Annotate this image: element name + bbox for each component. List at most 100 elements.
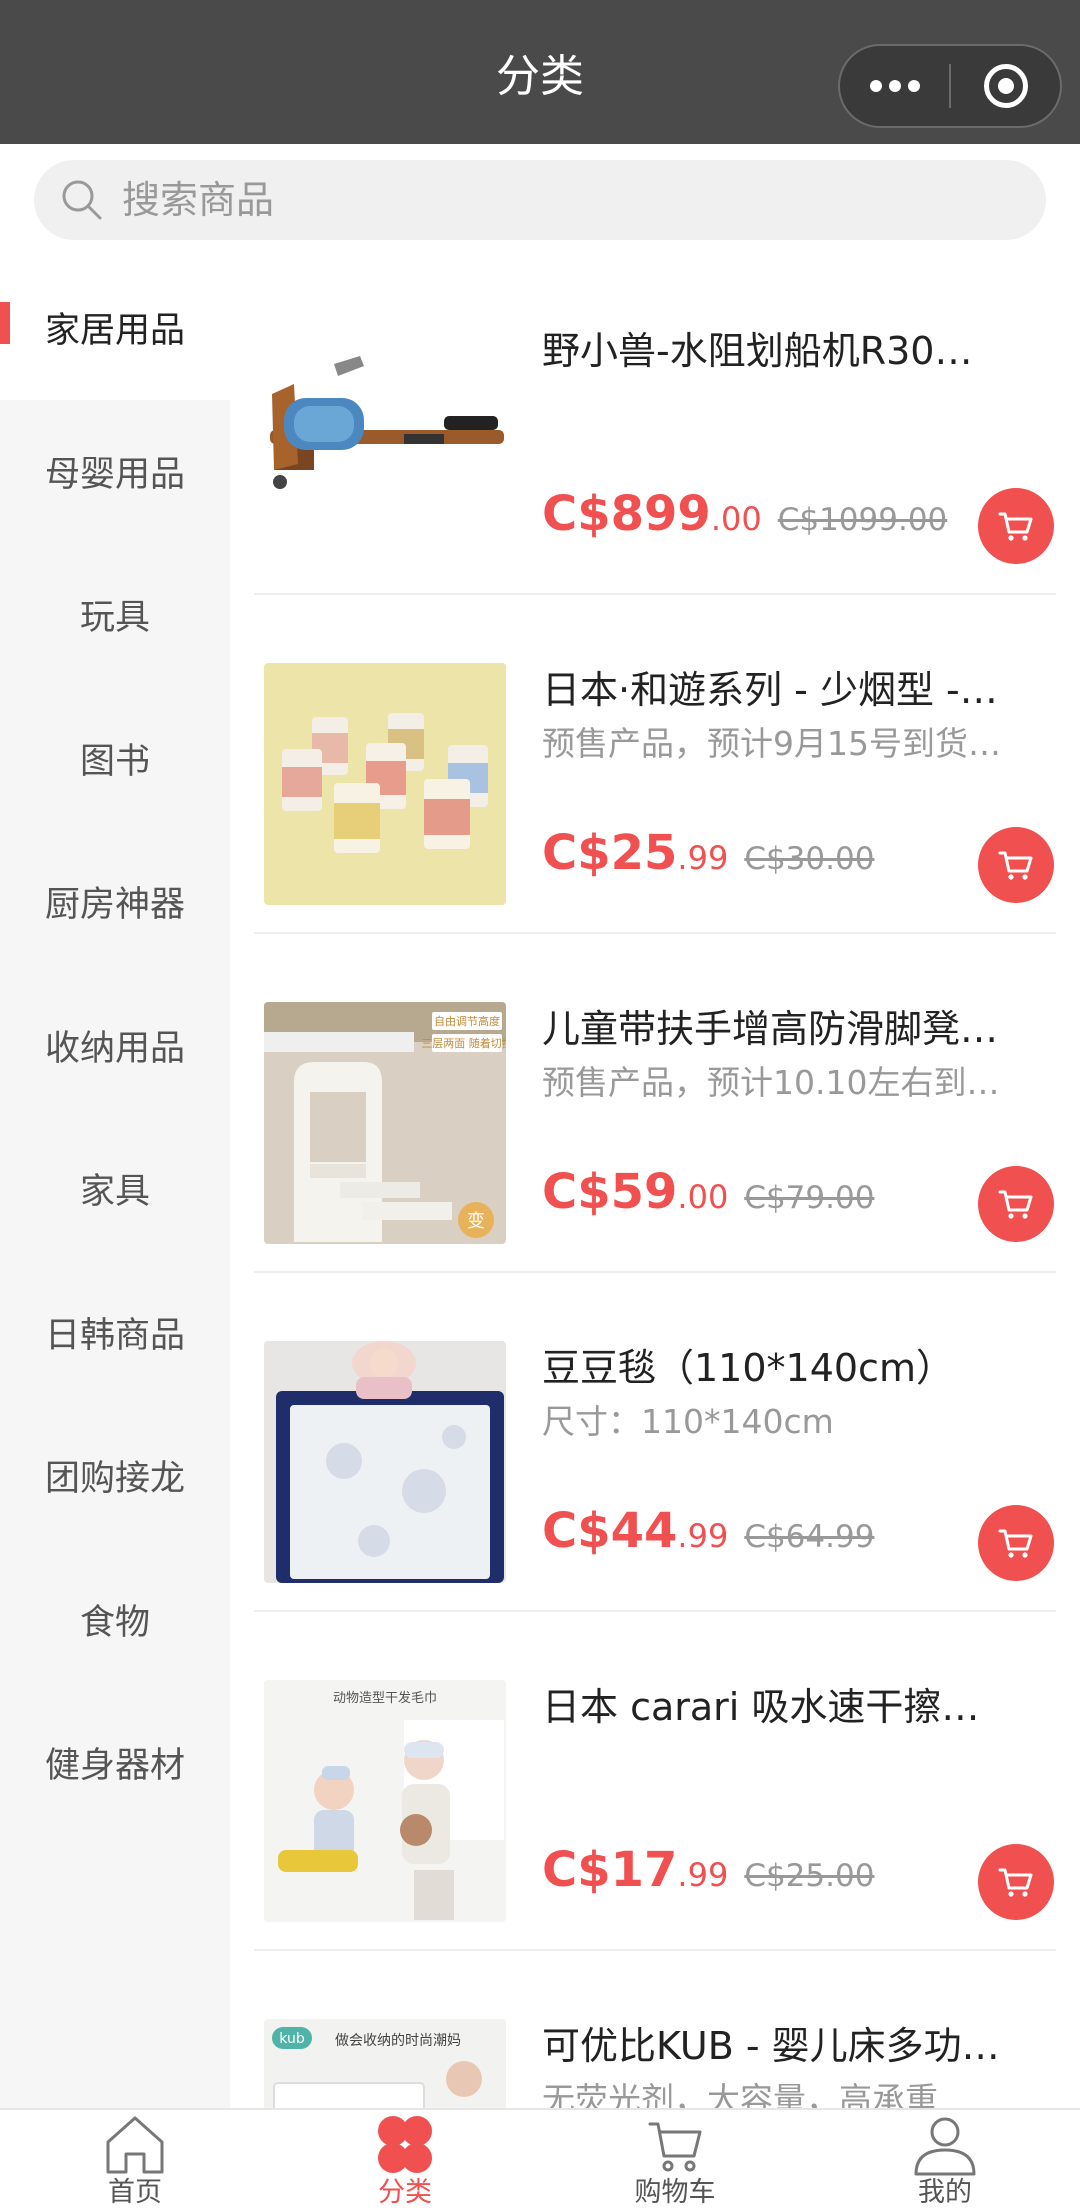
add-to-cart-button[interactable] — [978, 1844, 1054, 1920]
product-desc: 尺寸：110*140cm — [542, 1402, 834, 1441]
product-image-rowing-machine[interactable] — [264, 324, 506, 566]
sidebar-item-food[interactable]: 食物 — [0, 1548, 230, 1692]
tab-label: 分类 — [378, 2177, 432, 2208]
tab-category[interactable]: 分类 — [270, 2110, 540, 2212]
product-name: 日本 carari 吸水速干擦… — [542, 1685, 980, 1729]
original-price: C$79.00 — [744, 1180, 875, 1216]
bottom-tab-bar: 首页 分类 购物车 我的 — [0, 2108, 1080, 2212]
cart-icon — [998, 851, 1033, 880]
product-price: C$59 .00 C$79.00 — [542, 1164, 874, 1220]
more-dots-icon — [869, 80, 920, 92]
cart-icon — [648, 2122, 702, 2172]
add-to-cart-button[interactable] — [978, 488, 1054, 564]
more-button[interactable] — [840, 46, 949, 126]
price-main: C$25 — [542, 825, 678, 881]
product-name: 豆豆毯（110*140cm） — [542, 1346, 954, 1390]
product-name: 野小兽-水阻划船机R30… — [542, 329, 973, 373]
add-to-cart-button[interactable] — [978, 827, 1054, 903]
price-main: C$17 — [542, 1842, 678, 1898]
sidebar-item-label: 玩具 — [79, 598, 150, 639]
product-list: 野小兽-水阻划船机R30… C$899 .00 C$1099.00 日本·和遊系… — [230, 256, 1080, 2108]
stool-badge: 变 — [467, 1211, 485, 1232]
sidebar-item-label: 健身器材 — [44, 1746, 185, 1787]
product-image-step-stool[interactable]: 自由调节高度 三层两面 随着切换 变 — [264, 1002, 506, 1244]
sidebar-item-storage[interactable]: 收纳用品 — [0, 974, 230, 1118]
product-desc: 预售产品，预计10.10左右到… — [542, 1063, 1000, 1102]
original-price: C$25.00 — [744, 1858, 875, 1894]
sidebar-item-label: 图书 — [79, 741, 150, 782]
product-image-blanket[interactable] — [264, 1341, 506, 1583]
sidebar-item-label: 家具 — [79, 1172, 150, 1213]
search-bar — [0, 144, 1080, 256]
price-decimal: .99 — [677, 1856, 729, 1894]
product-card[interactable]: 动物造型干发毛巾 日本 carari 吸水速干擦… C$17 .99 C$25.… — [254, 1612, 1056, 1951]
product-card[interactable]: 日本·和遊系列 - 少烟型 -… 预售产品，预计9月15号到货… C$25 .9… — [254, 595, 1056, 934]
original-price: C$1099.00 — [777, 502, 948, 538]
user-icon — [914, 2117, 976, 2176]
cart-icon — [998, 1529, 1033, 1558]
towel-caption: 动物造型干发毛巾 — [333, 1690, 437, 1706]
mini-program-capsule — [838, 44, 1062, 128]
tab-label: 首页 — [108, 2177, 162, 2208]
product-card[interactable]: 野小兽-水阻划船机R30… C$899 .00 C$1099.00 — [254, 256, 1056, 595]
search-box[interactable] — [34, 160, 1046, 240]
stool-tag-2: 三层两面 随着切换 — [421, 1036, 506, 1050]
original-price: C$30.00 — [744, 841, 875, 877]
sidebar-item-label: 收纳用品 — [44, 1028, 185, 1069]
price-decimal: .99 — [677, 839, 729, 877]
product-image-towel[interactable]: 动物造型干发毛巾 — [264, 1680, 506, 1922]
product-card[interactable]: 自由调节高度 三层两面 随着切换 变 儿童带扶手增高防滑脚凳… 预售产品，预计1… — [254, 934, 1056, 1273]
sidebar-item-japan-korea[interactable]: 日韩商品 — [0, 1261, 230, 1405]
product-price: C$899 .00 C$1099.00 — [542, 486, 947, 542]
add-to-cart-button[interactable] — [978, 1505, 1054, 1581]
product-desc: 无荧光剂，大容量，高承重 — [542, 2080, 938, 2108]
sidebar-item-mother-baby[interactable]: 母婴用品 — [0, 400, 230, 544]
product-price: C$25 .99 C$30.00 — [542, 825, 874, 881]
close-mini-program-button[interactable] — [951, 46, 1060, 126]
category-icon — [378, 2116, 432, 2173]
product-image-crib[interactable]: kub 做会收纳的时尚潮妈 — [264, 2019, 506, 2108]
tab-profile[interactable]: 我的 — [810, 2110, 1080, 2212]
tab-cart[interactable]: 购物车 — [540, 2110, 810, 2212]
product-price: C$44 .99 C$64.99 — [542, 1503, 874, 1559]
product-name: 儿童带扶手增高防滑脚凳… — [542, 1007, 999, 1051]
add-to-cart-button[interactable] — [978, 1166, 1054, 1242]
target-icon — [983, 64, 1028, 108]
kub-caption: 做会收纳的时尚潮妈 — [335, 2033, 461, 2049]
price-main: C$899 — [542, 486, 711, 542]
sidebar-item-books[interactable]: 图书 — [0, 687, 230, 831]
sidebar-item-label: 日韩商品 — [44, 1315, 185, 1356]
cart-icon — [998, 512, 1033, 541]
sidebar-item-toys[interactable]: 玩具 — [0, 543, 230, 687]
price-main: C$44 — [542, 1503, 678, 1559]
product-desc: 预售产品，预计9月15号到货… — [542, 724, 1001, 763]
tab-label: 购物车 — [634, 2177, 716, 2208]
cart-icon — [998, 1190, 1033, 1219]
price-main: C$59 — [542, 1164, 678, 1220]
price-decimal: .00 — [677, 1178, 729, 1216]
product-name: 可优比KUB - 婴儿床多功… — [542, 2024, 1000, 2068]
cart-icon — [998, 1868, 1033, 1897]
tab-home[interactable]: 首页 — [0, 2110, 270, 2212]
sidebar-item-furniture[interactable]: 家具 — [0, 1117, 230, 1261]
search-input[interactable] — [122, 178, 1002, 222]
category-sidebar: 家居用品 母婴用品 玩具 图书 厨房神器 收纳用品 家具 日韩商品 团购接龙 食… — [0, 256, 230, 2108]
tab-label: 我的 — [918, 2177, 972, 2208]
title-bar: 分类 — [0, 0, 1080, 144]
sidebar-item-group-buy[interactable]: 团购接龙 — [0, 1404, 230, 1548]
sidebar-item-home-goods[interactable]: 家居用品 — [0, 256, 230, 400]
sidebar-item-kitchen[interactable]: 厨房神器 — [0, 830, 230, 974]
product-price: C$17 .99 C$25.00 — [542, 1842, 874, 1898]
sidebar-item-label: 母婴用品 — [44, 454, 185, 495]
product-card[interactable]: 豆豆毯（110*140cm） 尺寸：110*140cm C$44 .99 C$6… — [254, 1273, 1056, 1612]
kub-logo: kub — [279, 2031, 305, 2047]
page-title: 分类 — [496, 51, 584, 102]
product-name: 日本·和遊系列 - 少烟型 -… — [542, 668, 998, 712]
home-icon — [106, 2116, 164, 2174]
search-icon — [62, 180, 102, 220]
sidebar-item-fitness[interactable]: 健身器材 — [0, 1691, 230, 1835]
sidebar-item-label: 厨房神器 — [44, 885, 185, 926]
price-decimal: .99 — [677, 1517, 729, 1555]
product-card[interactable]: kub 做会收纳的时尚潮妈 可优比KUB - 婴儿床多功… 无荧光剂，大容量，高… — [254, 1951, 1056, 2108]
product-image-incense[interactable] — [264, 663, 506, 905]
